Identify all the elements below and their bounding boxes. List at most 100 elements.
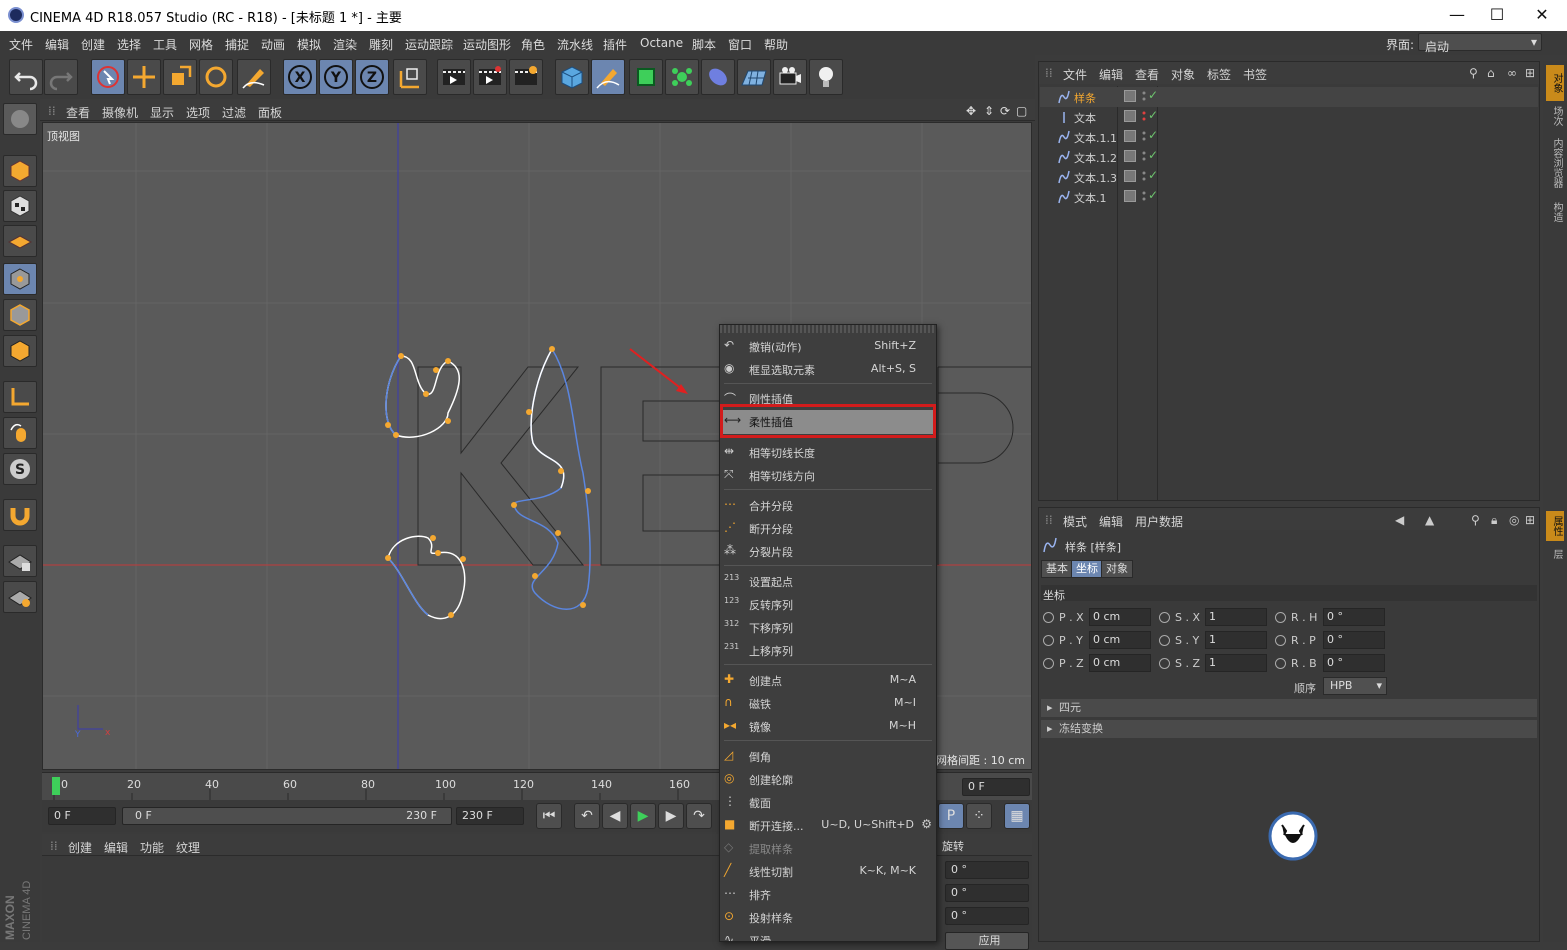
- menu-render[interactable]: 渲染: [333, 36, 357, 53]
- menu-item-move-up-sequence[interactable]: 231 上移序列: [720, 639, 936, 661]
- tab-layers[interactable]: 层: [1546, 543, 1564, 565]
- animate-radio[interactable]: [1043, 658, 1054, 669]
- animate-radio[interactable]: [1159, 635, 1170, 646]
- apply-button[interactable]: 应用: [945, 932, 1029, 950]
- visibility-dots-icon[interactable]: [1142, 189, 1146, 203]
- sy-field[interactable]: 1: [1205, 631, 1267, 649]
- search-icon[interactable]: ⚲: [1471, 513, 1480, 527]
- edges-mode-icon[interactable]: [3, 299, 37, 331]
- menu-simulate[interactable]: 模拟: [297, 36, 321, 53]
- target-icon[interactable]: ◎: [1509, 513, 1519, 527]
- animate-radio[interactable]: [1275, 635, 1286, 646]
- object-row[interactable]: 文本 ✓: [1040, 107, 1538, 127]
- key-parameter-icon[interactable]: P: [938, 803, 964, 829]
- deformer-icon[interactable]: [701, 59, 735, 95]
- menu-script[interactable]: 脚本: [692, 36, 716, 53]
- menu-file[interactable]: 文件: [9, 36, 33, 53]
- viewport-maximize-icon[interactable]: ▢: [1016, 104, 1027, 118]
- timeline-window-icon[interactable]: ▦: [1004, 803, 1030, 829]
- texture-mode-icon[interactable]: [3, 190, 37, 222]
- viewport-menu-panel[interactable]: 面板: [258, 104, 282, 121]
- menu-window[interactable]: 窗口: [728, 36, 752, 53]
- subdivision-surface-icon[interactable]: [629, 59, 663, 95]
- material-menu-function[interactable]: 功能: [140, 839, 164, 856]
- start-frame-field[interactable]: 0 F: [48, 807, 116, 825]
- material-menu-create[interactable]: 创建: [68, 839, 92, 856]
- enabled-check-icon[interactable]: ✓: [1148, 188, 1158, 202]
- object-row[interactable]: 文本.1 ✓: [1040, 187, 1538, 207]
- enabled-check-icon[interactable]: ✓: [1148, 168, 1158, 182]
- sx-field[interactable]: 1: [1205, 608, 1267, 626]
- up-arrow-icon[interactable]: ▲: [1425, 513, 1434, 527]
- objects-menu-objects[interactable]: 对象: [1171, 66, 1195, 83]
- x-axis-icon[interactable]: X: [283, 59, 317, 95]
- y-axis-icon[interactable]: Y: [319, 59, 353, 95]
- animate-radio[interactable]: [1275, 658, 1286, 669]
- interface-select[interactable]: 启动 ▾: [1418, 33, 1542, 54]
- rp-field[interactable]: 0 °: [1323, 631, 1385, 649]
- lock-workplane-icon[interactable]: [3, 545, 37, 577]
- play-icon[interactable]: ▶: [630, 803, 656, 829]
- animate-radio[interactable]: [1043, 635, 1054, 646]
- menu-help[interactable]: 帮助: [764, 36, 788, 53]
- next-frame-icon[interactable]: ▶: [658, 803, 684, 829]
- cube-icon[interactable]: [555, 59, 589, 95]
- menu-select[interactable]: 选择: [117, 36, 141, 53]
- object-row[interactable]: 样条 ✓: [1040, 87, 1538, 107]
- menu-item-create-point[interactable]: ✚ 创建点 M~A: [720, 669, 936, 691]
- quaternion-section[interactable]: ▸ 四元: [1041, 699, 1537, 717]
- menu-animate[interactable]: 动画: [261, 36, 285, 53]
- pz-field[interactable]: 0 cm: [1089, 654, 1151, 672]
- menu-item-break-segment[interactable]: ⋰ 断开分段: [720, 517, 936, 539]
- key-pla-icon[interactable]: ⁘: [966, 803, 992, 829]
- menu-item-frame-selected[interactable]: ◉ 框显选取元素 Alt+S, S: [720, 358, 936, 380]
- visibility-dots-icon[interactable]: [1142, 169, 1146, 183]
- light-icon[interactable]: [809, 59, 843, 95]
- spline-pen-icon[interactable]: [591, 59, 625, 95]
- attributes-menu-edit[interactable]: 编辑: [1099, 513, 1123, 530]
- viewport-menu-view[interactable]: 查看: [66, 104, 90, 121]
- lock-icon[interactable]: 🔒︎: [1491, 513, 1497, 528]
- menu-item-equal-tangent-length[interactable]: ⇹ 相等切线长度: [720, 441, 936, 463]
- points-mode-icon[interactable]: [3, 263, 37, 295]
- enabled-check-icon[interactable]: ✓: [1148, 108, 1158, 122]
- next-key-icon[interactable]: ↷: [686, 803, 712, 829]
- menu-item-magnet[interactable]: ∩ 磁铁 M~I: [720, 692, 936, 714]
- minimize-button[interactable]: —: [1437, 4, 1477, 26]
- menu-mesh[interactable]: 网格: [189, 36, 213, 53]
- menu-item-move-down-sequence[interactable]: 312 下移序列: [720, 616, 936, 638]
- object-row[interactable]: 文本.1.1 ✓: [1040, 127, 1538, 147]
- menu-item-equal-tangent-direction[interactable]: ⤧ 相等切线方向: [720, 464, 936, 486]
- menu-snap[interactable]: 捕捉: [225, 36, 249, 53]
- menu-item-create-outline[interactable]: ◎ 创建轮廓: [720, 768, 936, 790]
- tab-content-browser[interactable]: 内容浏览器: [1546, 133, 1564, 193]
- snapping-icon[interactable]: S: [3, 453, 37, 485]
- make-editable-icon[interactable]: [3, 103, 37, 135]
- search-icon[interactable]: ⚲: [1469, 66, 1478, 80]
- home-icon[interactable]: ⌂: [1487, 66, 1495, 80]
- new-panel-icon[interactable]: ⊞: [1525, 513, 1535, 527]
- maximize-button[interactable]: ☐: [1477, 4, 1517, 26]
- rb-field[interactable]: 0 °: [1323, 654, 1385, 672]
- menu-item-chamfer[interactable]: ◿ 倒角: [720, 745, 936, 767]
- back-arrow-icon[interactable]: ◀: [1395, 513, 1404, 527]
- rotation-h-field[interactable]: 0 °: [945, 861, 1029, 879]
- menu-item-line-up[interactable]: ⋯ 排齐: [720, 883, 936, 905]
- animate-radio[interactable]: [1275, 612, 1286, 623]
- pen-tool-icon[interactable]: [237, 59, 271, 95]
- close-button[interactable]: ✕: [1522, 4, 1562, 26]
- objects-menu-file[interactable]: 文件: [1063, 66, 1087, 83]
- menu-item-join-segment[interactable]: ⋯ 合并分段: [720, 494, 936, 516]
- tab-structure[interactable]: 构造: [1546, 197, 1564, 227]
- tweak-mode-icon[interactable]: [3, 417, 37, 449]
- viewport-menu-options[interactable]: 选项: [186, 104, 210, 121]
- current-frame-field[interactable]: 0 F: [962, 778, 1030, 796]
- render-picture-viewer-icon[interactable]: [473, 59, 507, 95]
- visibility-dots-icon[interactable]: [1142, 149, 1146, 163]
- visibility-dots-icon[interactable]: [1142, 89, 1146, 103]
- rotation-b-field[interactable]: 0 °: [945, 907, 1029, 925]
- camera-icon[interactable]: [773, 59, 807, 95]
- viewport-rotate-icon[interactable]: ⟳: [1000, 104, 1010, 118]
- redo-icon[interactable]: [44, 59, 78, 95]
- workplane-snap-icon[interactable]: [3, 581, 37, 613]
